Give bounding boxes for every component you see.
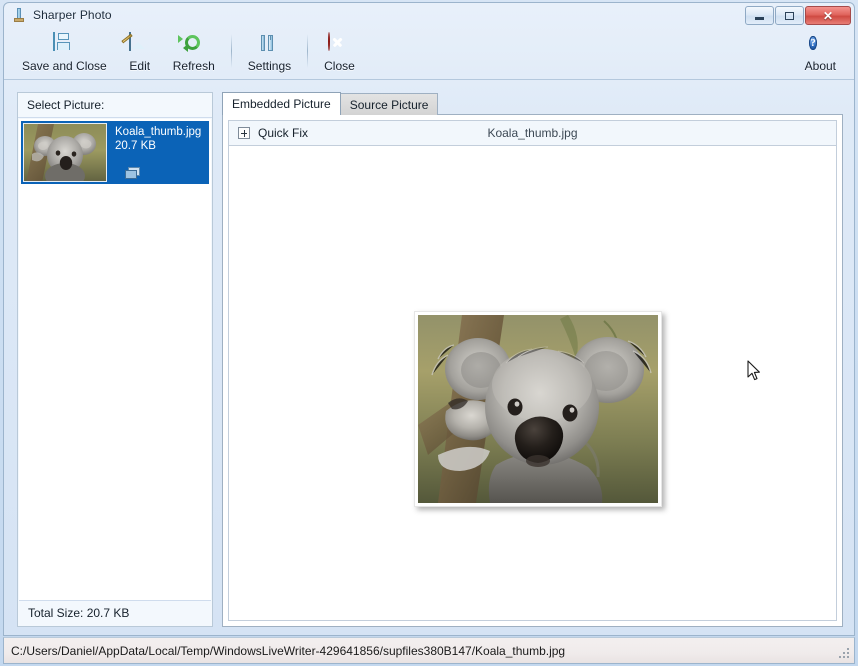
toolbar: Save and Close Edit Refresh Settings Clo… [4,28,854,80]
embedded-picture-icon [125,167,141,180]
about-label: About [804,59,836,73]
edit-picture-icon [128,32,151,55]
quick-fix-filename: Koala_thumb.jpg [487,126,578,140]
save-and-close-label: Save and Close [22,59,107,73]
settings-label: Settings [247,59,292,73]
picture-tabs-panel: Embedded Picture Source Picture Quick Fi… [222,92,843,627]
refresh-button[interactable]: Refresh [163,28,225,76]
tab-embedded-picture[interactable]: Embedded Picture [222,92,341,115]
close-circle-icon [328,32,350,55]
save-and-close-button[interactable]: Save and Close [12,28,117,76]
window-title: Sharper Photo [33,8,112,22]
quick-fix-bar[interactable]: Quick Fix Koala_thumb.jpg [229,121,836,146]
tab-embedded-picture-label: Embedded Picture [232,97,331,111]
window-frame: Sharper Photo ✕ Save and Close Edit Refr… [3,2,855,636]
total-size-label: Total Size: 20.7 KB [19,600,211,625]
koala-photo [418,315,658,503]
app-tool-icon [11,7,27,23]
picture-filesize: 20.7 KB [115,140,156,152]
toolbar-items: Save and Close Edit Refresh Settings Clo… [4,28,854,79]
settings-button[interactable]: Settings [238,28,301,76]
toolbar-separator [230,34,232,68]
about-info-icon: ? [809,36,817,50]
tab-source-picture-label: Source Picture [349,97,429,112]
status-bar: C:/Users/Daniel/AppData/Local/Temp/Windo… [3,637,855,664]
preview-canvas [229,146,836,620]
refresh-label: Refresh [172,59,215,73]
body-area: Select Picture: Koala_thumb.jpg 20.7 KB … [4,80,854,635]
minimize-button[interactable] [745,6,774,25]
preview-frame: Quick Fix Koala_thumb.jpg [228,120,837,621]
edit-button[interactable]: Edit [117,28,163,76]
close-button[interactable]: Close [314,28,365,76]
about-button[interactable]: ? About [795,28,846,76]
picture-thumbnail [23,123,107,182]
maximize-button[interactable] [775,6,804,25]
application-window: Sharper Photo ✕ Save and Close Edit Refr… [0,0,858,666]
refresh-icon [177,33,205,55]
select-picture-label: Select Picture: [18,93,212,118]
picture-filename: Koala_thumb.jpg [115,126,202,138]
window-controls: ✕ [745,6,851,25]
tabstrip: Embedded Picture Source Picture [222,92,843,115]
tab-content-panel: Quick Fix Koala_thumb.jpg [222,114,843,627]
settings-tools-icon [258,33,280,55]
toolbar-separator-2 [307,34,309,68]
save-icon [53,32,75,55]
quick-fix-label: Quick Fix [258,126,309,140]
minimize-icon [755,16,764,20]
title-bar[interactable]: Sharper Photo ✕ [4,3,854,27]
close-x-icon: ✕ [822,8,834,23]
select-picture-panel: Select Picture: Koala_thumb.jpg 20.7 KB … [17,92,213,627]
picture-list[interactable]: Koala_thumb.jpg 20.7 KB [19,119,211,600]
mouse-cursor [747,360,761,382]
close-window-button[interactable]: ✕ [805,6,851,25]
status-path: C:/Users/Daniel/AppData/Local/Temp/Windo… [11,643,566,658]
close-label: Close [324,59,355,73]
plus-expander-icon[interactable] [238,127,250,139]
maximize-icon [785,11,794,20]
preview-image-container[interactable] [414,311,662,507]
picture-meta: Koala_thumb.jpg 20.7 KB [115,125,201,154]
resize-grip-icon[interactable] [837,646,851,660]
edit-label: Edit [129,59,151,73]
tab-source-picture[interactable]: Source Picture [339,93,439,115]
list-item[interactable]: Koala_thumb.jpg 20.7 KB [21,121,209,184]
